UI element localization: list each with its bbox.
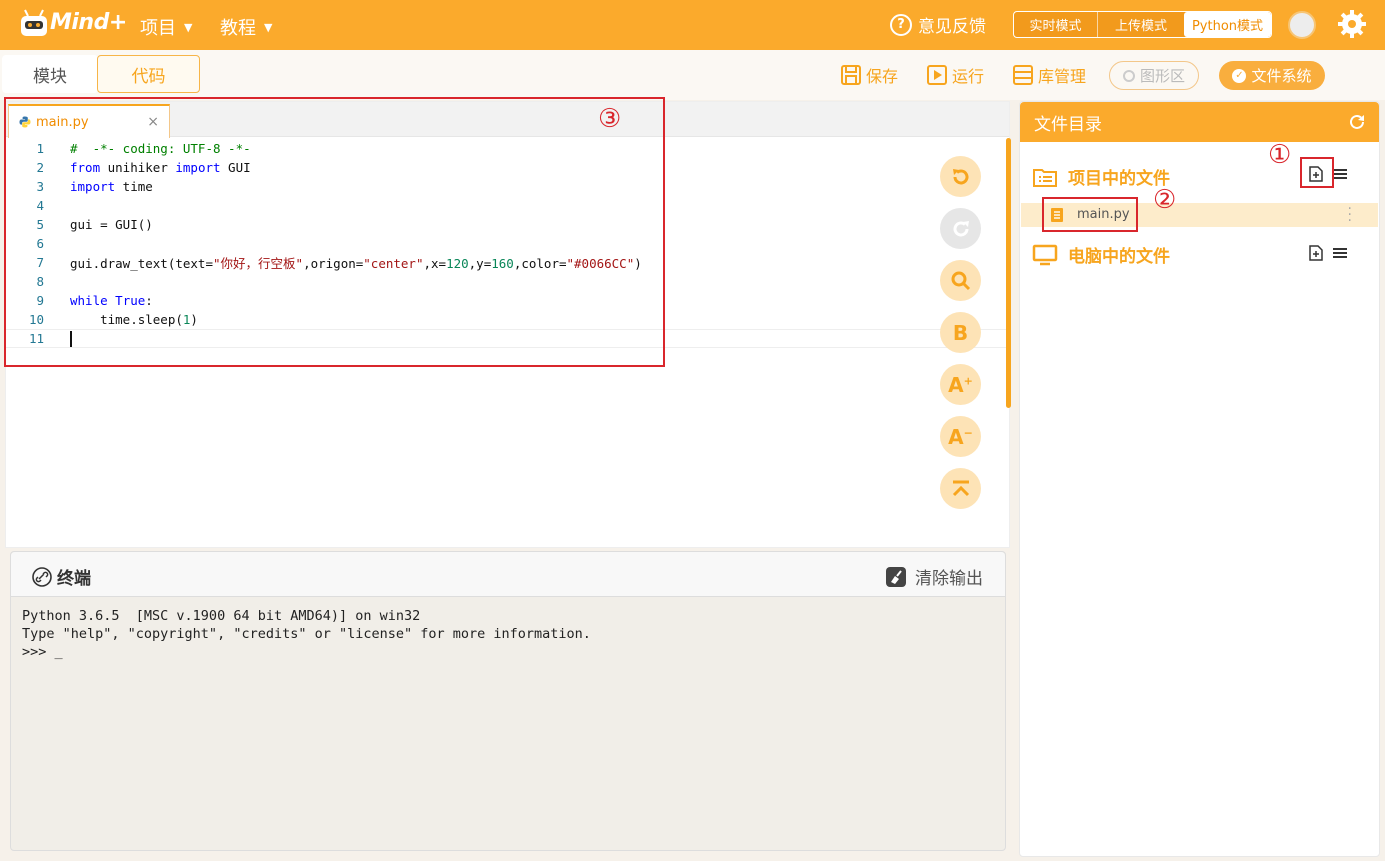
menu-project[interactable]: 项目 ▼ [140,14,192,40]
annotation-box-main-py [1042,197,1138,232]
font-decrease-icon: A− [948,424,973,449]
clear-output-button[interactable]: 清除输出 [885,564,983,589]
mode-python[interactable]: Python模式 [1184,12,1271,37]
font-decrease-button[interactable]: A− [940,416,981,457]
clear-output-label: 清除输出 [915,569,983,589]
top-bar: Mind+ 项目 ▼ 教程 ▼ ? 意见反馈 实时模式 上传模式 Python模… [0,0,1385,50]
computer-files-actions [1309,245,1347,261]
mindplus-logo[interactable]: Mind+ [18,8,127,42]
project-files-section[interactable]: 项目中的文件 [1032,164,1170,189]
scroll-top-icon [952,480,969,496]
editor-scrollbar[interactable] [1006,138,1011,408]
more-vertical-icon[interactable]: · · · [1348,202,1352,228]
library-icon [1013,65,1033,85]
bold-icon: B [952,320,969,345]
graph-area-toggle[interactable]: 图形区 [1109,61,1199,90]
scroll-top-button[interactable] [940,468,981,509]
folder-list-icon [1033,168,1057,187]
feedback-label: 意见反馈 [918,17,986,37]
annotation-box-new-file [1300,157,1334,188]
undo-button[interactable] [940,156,981,197]
new-file-icon[interactable] [1309,245,1323,261]
mode-realtime[interactable]: 实时模式 [1014,12,1098,37]
terminal-title-label: 终端 [57,569,91,589]
menu-tutorial[interactable]: 教程 ▼ [220,14,272,40]
annotation-label-2: ② [1153,185,1177,215]
toolbar: 模块 代码 保存 运行 库管理 图形区 ✓ 文件系统 [0,50,1385,100]
menu-tutorial-label: 教程 [220,18,256,39]
logo-text: Mind+ [50,10,127,35]
annotation-box-editor [4,97,665,367]
computer-files-section[interactable]: 电脑中的文件 [1032,242,1170,267]
font-increase-icon: A+ [948,372,973,397]
gear-icon[interactable] [1337,9,1367,39]
search-button[interactable] [940,260,981,301]
menu-icon[interactable] [1333,168,1347,180]
caret-down-icon: ▼ [184,20,193,34]
bold-button[interactable]: B [940,312,981,353]
search-icon [951,271,970,290]
annotation-label-3: ③ [598,104,622,134]
save-icon [841,65,861,85]
check-icon: ✓ [1232,68,1247,83]
file-system-label: 文件系统 [1251,67,1312,85]
question-icon: ? [890,13,912,36]
broom-icon [886,566,906,587]
run-label: 运行 [952,67,985,86]
monitor-icon [1032,244,1058,265]
graph-area-label: 图形区 [1139,67,1185,85]
save-button[interactable]: 保存 [840,63,898,87]
library-label: 库管理 [1038,67,1087,86]
tab-code[interactable]: 代码 [97,55,200,93]
file-directory-header: 文件目录 [1020,102,1379,142]
mode-upload[interactable]: 上传模式 [1098,12,1184,37]
save-label: 保存 [866,67,899,86]
link-icon [32,566,52,587]
terminal-title: 终端 [31,564,91,589]
refresh-icon[interactable] [1347,112,1367,132]
computer-files-label: 电脑中的文件 [1068,247,1170,267]
menu-icon[interactable] [1333,247,1347,259]
redo-icon [953,220,969,236]
radio-icon [1122,69,1135,82]
annotation-label-1: ① [1268,140,1292,170]
undo-icon [952,168,968,184]
terminal-panel: 终端 清除输出 Python 3.6.5 [MSC v.1900 64 bit … [10,551,1006,851]
library-button[interactable]: 库管理 [1012,63,1086,87]
play-icon [927,65,947,85]
file-directory-title: 文件目录 [1034,114,1102,135]
tab-blocks[interactable]: 模块 [2,55,98,93]
user-avatar[interactable] [1288,11,1316,39]
file-system-toggle[interactable]: ✓ 文件系统 [1219,61,1325,90]
run-button[interactable]: 运行 [926,63,984,87]
mode-switcher: 实时模式 上传模式 Python模式 [1013,11,1272,38]
redo-button[interactable] [940,208,981,249]
robot-logo-icon [21,9,47,36]
caret-down-icon: ▼ [264,20,273,34]
terminal-header: 终端 清除输出 [11,552,1005,597]
font-increase-button[interactable]: A+ [940,364,981,405]
feedback-button[interactable]: ? 意见反馈 [890,12,986,37]
terminal-output[interactable]: Python 3.6.5 [MSC v.1900 64 bit AMD64)] … [22,607,591,661]
menu-project-label: 项目 [140,18,176,39]
